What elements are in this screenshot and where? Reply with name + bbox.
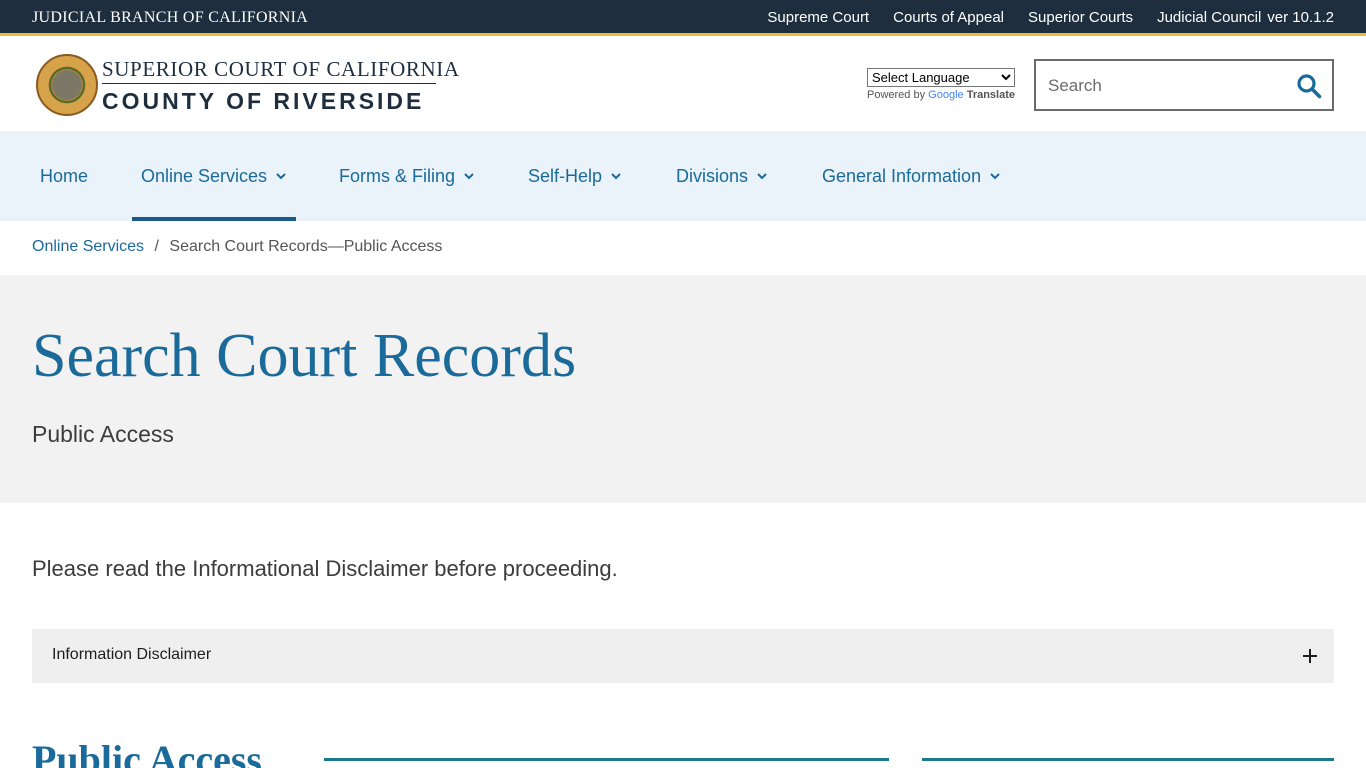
site-header: SUPERIOR COURT OF CALIFORNIA COUNTY OF R… bbox=[0, 39, 1366, 131]
logo-title-line1[interactable]: SUPERIOR COURT OF CALIFORNIA bbox=[102, 57, 460, 82]
logo-title-line2[interactable]: COUNTY OF RIVERSIDE bbox=[102, 88, 424, 115]
page-title: Search Court Records bbox=[32, 322, 577, 390]
disclaimer-intro-text: Please read the Informational Disclaimer… bbox=[32, 556, 618, 581]
powered-by-text: Powered by Google Translate bbox=[867, 89, 1015, 101]
link-superior-courts[interactable]: Superior Courts bbox=[1028, 9, 1133, 26]
section-divider-right bbox=[922, 758, 1334, 761]
nav-home-label: Home bbox=[40, 165, 89, 186]
nav-home[interactable]: Home bbox=[40, 131, 88, 221]
judicial-branch-brand[interactable]: JUDICIAL BRANCH OF CALIFORNIA bbox=[32, 9, 308, 27]
nav-online-services-label: Online Services bbox=[141, 165, 268, 186]
accordion-label: Information Disclaimer bbox=[52, 646, 212, 663]
nav-general-information-label: General Information bbox=[822, 165, 982, 186]
nav-general-information[interactable]: General Information bbox=[822, 131, 1001, 221]
powered-by-label: Powered by bbox=[867, 89, 926, 101]
search-input[interactable] bbox=[1048, 74, 1278, 98]
chevron-down-icon bbox=[611, 173, 621, 180]
translate-label[interactable]: Translate bbox=[967, 89, 1015, 101]
breadcrumb-online-services[interactable]: Online Services bbox=[32, 238, 144, 255]
main-navigation: Home Online Services Forms & Filing Self… bbox=[0, 131, 1366, 221]
chevron-down-icon bbox=[990, 173, 1000, 180]
site-search bbox=[1034, 59, 1334, 111]
nav-self-help[interactable]: Self-Help bbox=[528, 131, 622, 221]
nav-online-services[interactable]: Online Services bbox=[132, 131, 297, 221]
top-links: Supreme Court Courts of Appeal Superior … bbox=[767, 9, 1334, 26]
google-translate-widget: Select Language Powered by Google Transl… bbox=[867, 68, 1015, 101]
information-disclaimer-accordion[interactable]: Information Disclaimer bbox=[32, 629, 1334, 683]
nav-divisions-label: Divisions bbox=[676, 165, 749, 186]
search-icon[interactable] bbox=[1296, 73, 1322, 99]
link-judicial-council[interactable]: Judicial Council bbox=[1157, 9, 1261, 26]
google-logo-text[interactable]: Google bbox=[928, 89, 963, 101]
language-select[interactable]: Select Language bbox=[867, 68, 1015, 87]
version-label: ver 10.1.2 bbox=[1267, 9, 1334, 26]
chevron-down-icon bbox=[276, 173, 286, 180]
link-supreme-court[interactable]: Supreme Court bbox=[767, 9, 869, 26]
chevron-down-icon bbox=[757, 173, 767, 180]
nav-forms-filing-label: Forms & Filing bbox=[339, 165, 456, 186]
nav-forms-filing[interactable]: Forms & Filing bbox=[339, 131, 475, 221]
top-bar: JUDICIAL BRANCH OF CALIFORNIA Supreme Co… bbox=[0, 0, 1366, 36]
link-courts-of-appeal[interactable]: Courts of Appeal bbox=[893, 9, 1004, 26]
page-subtitle: Public Access bbox=[32, 421, 174, 447]
nav-self-help-label: Self-Help bbox=[528, 165, 603, 186]
logo-divider bbox=[102, 83, 436, 84]
section-title-public-access: Public Access bbox=[32, 737, 262, 768]
chevron-down-icon bbox=[464, 173, 474, 180]
plus-icon[interactable] bbox=[1302, 648, 1318, 664]
breadcrumb: Online Services / Search Court Records—P… bbox=[32, 238, 442, 256]
breadcrumb-separator: / bbox=[154, 238, 159, 255]
nav-divisions[interactable]: Divisions bbox=[676, 131, 768, 221]
section-divider-left bbox=[324, 758, 889, 761]
court-seal-logo[interactable] bbox=[36, 54, 98, 116]
breadcrumb-current: Search Court Records—Public Access bbox=[169, 238, 443, 255]
page-hero: Search Court Records Public Access bbox=[0, 275, 1366, 503]
